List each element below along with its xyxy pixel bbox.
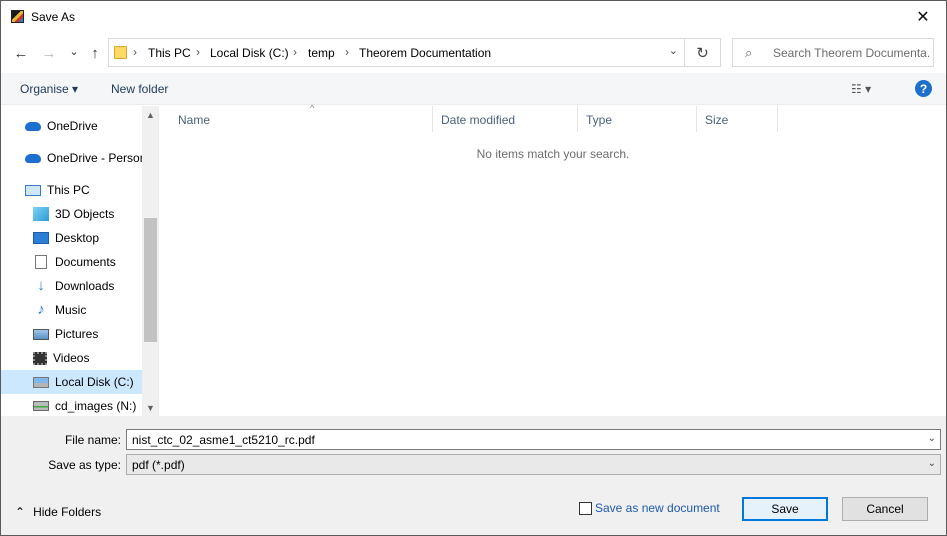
sidebar-item-label: Local Disk (C:): [55, 375, 134, 389]
search-icon: ⌕: [745, 45, 753, 60]
search-input[interactable]: Search Theorem Documenta...: [773, 46, 931, 60]
sidebar-item-onedrive[interactable]: OneDrive: [1, 114, 142, 138]
command-toolbar: Organise ▾ New folder ☷ ▾ ?: [1, 73, 946, 105]
save-as-dialog: Save As ✕ ← → ⌄ ↑ › This PC › Local Disk…: [0, 0, 947, 536]
sidebar-item-label: Pictures: [55, 327, 99, 341]
breadcrumb-separator: ›: [345, 45, 349, 59]
sidebar-item-local-disk[interactable]: Local Disk (C:): [1, 370, 142, 394]
sidebar-scrollbar[interactable]: ▲ ▼: [142, 106, 158, 416]
file-name-label: File name:: [64, 433, 121, 447]
breadcrumb-separator: ›: [293, 45, 297, 59]
computer-icon: [25, 184, 41, 196]
sidebar-item-label: 3D Objects: [55, 207, 115, 221]
column-label: Name: [178, 113, 211, 127]
folder-icon: [114, 46, 127, 59]
local-disk-icon: [33, 376, 49, 388]
window-title: Save As: [31, 10, 76, 24]
sidebar-item-label: Documents: [55, 255, 116, 269]
new-folder-button[interactable]: New folder: [111, 82, 168, 96]
videos-icon: [33, 351, 47, 365]
save-as-new-document-checkbox[interactable]: [579, 502, 592, 515]
recent-locations-button[interactable]: ⌄: [64, 41, 84, 61]
3d-objects-icon: [33, 207, 49, 221]
hide-folders-label: Hide Folders: [33, 505, 102, 519]
chevron-down-icon[interactable]: ⌄: [928, 458, 936, 469]
sidebar-item-label: OneDrive - Personal: [47, 151, 142, 165]
sidebar-item-label: Music: [55, 303, 87, 317]
breadcrumb-separator: ›: [133, 45, 137, 59]
sidebar-item-cd-images[interactable]: cd_images (N:): [1, 394, 142, 416]
sidebar-item-label: Downloads: [55, 279, 115, 293]
back-button[interactable]: ←: [11, 43, 31, 63]
file-name-input[interactable]: nist_ctc_02_asme1_ct5210_rc.pdf ⌄: [126, 429, 941, 450]
sidebar-item-videos[interactable]: Videos: [1, 346, 142, 370]
sidebar-item-label: Videos: [53, 351, 90, 365]
network-drive-icon: [33, 401, 49, 411]
breadcrumb-local-disk[interactable]: Local Disk (C:): [210, 46, 289, 60]
sort-ascending-icon: ^: [310, 103, 315, 113]
sidebar-item-label: OneDrive: [47, 119, 98, 133]
organise-menu[interactable]: Organise ▾: [20, 82, 78, 96]
app-icon: [11, 10, 24, 23]
music-icon: ♪: [37, 301, 45, 318]
downloads-icon: ↓: [37, 277, 45, 294]
chevron-up-icon: ⌃: [15, 505, 26, 519]
desktop-icon: [33, 232, 49, 244]
navigation-pane: OneDrive OneDrive - Personal This PC 3D …: [1, 106, 159, 416]
save-button[interactable]: Save: [742, 497, 828, 521]
column-header-size[interactable]: Size: [697, 106, 778, 132]
title-bar: Save As ✕: [1, 1, 946, 33]
empty-message: No items match your search.: [476, 147, 630, 161]
sidebar-item-this-pc[interactable]: This PC: [1, 178, 142, 202]
forward-button[interactable]: →: [39, 43, 59, 63]
sidebar-item-label: This PC: [47, 183, 90, 197]
documents-icon: [35, 255, 47, 269]
address-dropdown-icon[interactable]: ⌄: [669, 44, 678, 57]
breadcrumb-temp[interactable]: temp: [308, 46, 335, 60]
column-header-name[interactable]: Name ^: [170, 103, 433, 132]
search-box[interactable]: ⌕ Search Theorem Documenta...: [732, 38, 934, 67]
scrollbar-thumb[interactable]: [144, 218, 157, 342]
column-header-type[interactable]: Type: [578, 106, 697, 132]
breadcrumb-theorem-documentation[interactable]: Theorem Documentation: [359, 46, 491, 60]
address-bar[interactable]: › This PC › Local Disk (C:) › temp › The…: [108, 38, 685, 67]
close-button[interactable]: ✕: [900, 1, 946, 33]
breadcrumb-this-pc[interactable]: This PC: [148, 46, 191, 60]
help-icon[interactable]: ?: [915, 80, 932, 97]
sidebar-item-onedrive-personal[interactable]: OneDrive - Personal: [1, 146, 142, 170]
sidebar-item-3d-objects[interactable]: 3D Objects: [1, 202, 142, 226]
chevron-down-icon[interactable]: ⌄: [928, 433, 936, 444]
column-header-date-modified[interactable]: Date modified: [433, 106, 578, 132]
breadcrumb-separator: ›: [196, 45, 200, 59]
onedrive-icon: [25, 153, 41, 163]
sidebar-item-desktop[interactable]: Desktop: [1, 226, 142, 250]
save-type-label: Save as type:: [48, 458, 121, 472]
cancel-button[interactable]: Cancel: [842, 497, 928, 521]
sidebar-item-music[interactable]: ♪ Music: [1, 298, 142, 322]
file-list[interactable]: Name ^ Date modified Type Size No items …: [160, 103, 946, 416]
save-form: File name: nist_ctc_02_asme1_ct5210_rc.p…: [1, 416, 946, 535]
sidebar-item-downloads[interactable]: ↓ Downloads: [1, 274, 142, 298]
change-view-button[interactable]: ☷ ▾: [851, 82, 871, 96]
scroll-down-icon[interactable]: ▼: [142, 399, 158, 416]
onedrive-icon: [25, 121, 41, 131]
hide-folders-button[interactable]: ⌃ Hide Folders: [15, 505, 101, 519]
sidebar-item-documents[interactable]: Documents: [1, 250, 142, 274]
save-type-value: pdf (*.pdf): [132, 458, 185, 472]
save-as-new-document-label[interactable]: Save as new document: [595, 501, 720, 515]
up-button[interactable]: ↑: [85, 43, 105, 63]
sidebar-item-label: cd_images (N:): [55, 399, 137, 413]
scroll-up-icon[interactable]: ▲: [142, 106, 158, 123]
sidebar-item-pictures[interactable]: Pictures: [1, 322, 142, 346]
navigation-bar: ← → ⌄ ↑ › This PC › Local Disk (C:) › te…: [1, 33, 946, 73]
refresh-button[interactable]: ↻: [685, 38, 721, 67]
save-type-select[interactable]: pdf (*.pdf) ⌄: [126, 454, 941, 475]
pictures-icon: [33, 328, 49, 340]
sidebar-item-label: Desktop: [55, 231, 100, 245]
file-name-value: nist_ctc_02_asme1_ct5210_rc.pdf: [132, 433, 315, 447]
